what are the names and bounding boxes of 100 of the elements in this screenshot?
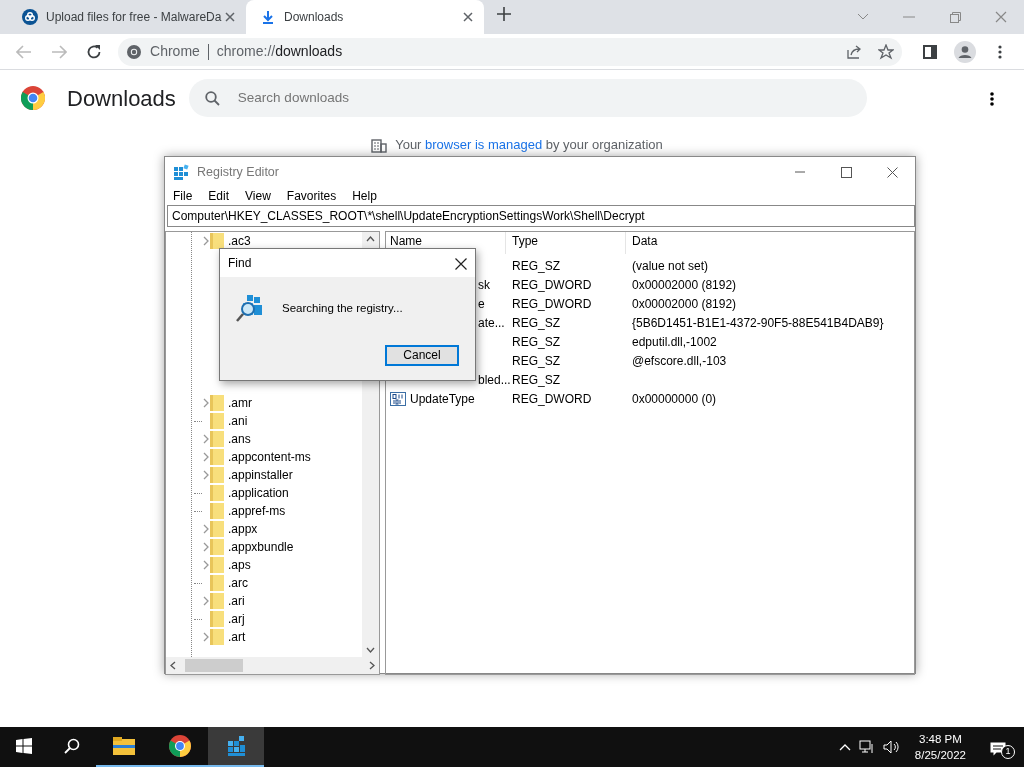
- menu-icon[interactable]: [998, 44, 1003, 59]
- search-input[interactable]: Search downloads: [235, 86, 851, 110]
- page-title: Downloads: [67, 84, 176, 113]
- new-tab-icon[interactable]: [497, 7, 511, 21]
- folder-icon: [210, 467, 224, 483]
- restore-icon[interactable]: [949, 11, 961, 23]
- tree-item[interactable]: .art: [228, 628, 246, 646]
- tree-item[interactable]: .ans: [228, 430, 251, 448]
- binary-value-icon: [390, 391, 406, 406]
- value-type: REG_SZ: [511, 257, 561, 275]
- value-name[interactable]: UpdateType: [410, 389, 475, 408]
- value-name[interactable]: ate...: [478, 313, 505, 332]
- value-type: REG_SZ: [511, 352, 561, 370]
- share-icon[interactable]: [845, 43, 862, 60]
- star-icon[interactable]: [877, 43, 894, 60]
- profile-avatar-icon[interactable]: [954, 40, 976, 63]
- tree-item[interactable]: .appx: [228, 520, 258, 538]
- cancel-button[interactable]: Cancel: [385, 345, 459, 366]
- column-header[interactable]: Type: [506, 232, 626, 254]
- notification-count: 1: [1001, 745, 1015, 759]
- clock-time[interactable]: 3:48 PM: [919, 731, 962, 747]
- tree-item[interactable]: .arj: [228, 610, 245, 628]
- scroll-right-icon[interactable]: [369, 661, 375, 670]
- tree-item[interactable]: .ani: [228, 412, 248, 430]
- expand-chevron-icon[interactable]: [202, 236, 210, 246]
- tree-item[interactable]: .appref-ms: [228, 502, 286, 520]
- scroll-left-icon[interactable]: [170, 661, 176, 670]
- folder-icon: [210, 593, 224, 609]
- folder-icon[interactable]: [113, 737, 135, 755]
- close-icon[interactable]: [462, 11, 474, 23]
- search-icon[interactable]: [64, 738, 80, 754]
- value-data: {5B6D1451-B1E1-4372-90F5-88E541B4DAB9}: [631, 314, 884, 332]
- folder-icon: [210, 431, 224, 447]
- browser-tab[interactable]: Upload files for free - MalwareDa: [8, 0, 246, 34]
- side-panel-icon[interactable]: [922, 44, 937, 59]
- value-data: 0x00002000 (8192): [631, 295, 737, 313]
- scroll-down-icon[interactable]: [366, 647, 375, 653]
- tree-item[interactable]: .application: [228, 484, 289, 502]
- browser-tab[interactable]: Downloads: [246, 0, 484, 34]
- notifications-button[interactable]: 1: [990, 736, 1012, 758]
- expand-chevron-icon[interactable]: [202, 632, 210, 642]
- managed-notice: Your browser is managed by your organization: [395, 136, 663, 154]
- expand-chevron-icon[interactable]: [202, 596, 210, 606]
- expand-chevron-icon[interactable]: [202, 398, 210, 408]
- tree-item[interactable]: .arc: [228, 574, 248, 592]
- folder-icon: [210, 629, 224, 645]
- tree-item[interactable]: .amr: [228, 394, 252, 412]
- tree-item[interactable]: .ari: [228, 592, 245, 610]
- value-data: @efscore.dll,-103: [631, 352, 727, 370]
- window-title: Registry Editor: [197, 163, 279, 181]
- managed-link[interactable]: browser is managed: [425, 137, 543, 152]
- reload-icon[interactable]: [86, 43, 103, 60]
- more-actions-icon[interactable]: [990, 91, 994, 106]
- value-type: REG_DWORD: [511, 295, 593, 313]
- folder-icon: [210, 503, 224, 519]
- value-type: REG_DWORD: [511, 276, 593, 294]
- value-type: REG_SZ: [511, 314, 561, 332]
- menu-item[interactable]: Help: [352, 187, 377, 205]
- tree-item[interactable]: .appcontent-ms: [228, 448, 311, 466]
- maximize-icon[interactable]: [840, 166, 852, 178]
- value-type: REG_DWORD: [511, 390, 593, 408]
- value-type: REG_SZ: [511, 333, 561, 351]
- chevron-down-icon[interactable]: [857, 13, 869, 21]
- folder-icon: [210, 395, 224, 411]
- tree-item[interactable]: .ac3: [228, 232, 251, 250]
- cloud-icon: [22, 9, 38, 25]
- tree-item[interactable]: .appxbundle: [228, 538, 294, 556]
- folder-icon: [210, 539, 224, 555]
- search-icon: [204, 90, 220, 106]
- menu-item[interactable]: Edit: [208, 187, 230, 205]
- clock-date[interactable]: 8/25/2022: [914, 747, 966, 763]
- registry-icon[interactable]: [225, 735, 247, 757]
- start-icon[interactable]: [16, 738, 32, 754]
- scroll-up-icon[interactable]: [366, 236, 375, 242]
- column-header[interactable]: Data: [626, 232, 914, 254]
- value-data: 0x00002000 (8192): [631, 276, 737, 294]
- menu-item[interactable]: Favorites: [286, 187, 337, 205]
- volume-icon[interactable]: [882, 740, 899, 754]
- chevron-up-icon[interactable]: [838, 743, 851, 751]
- address-bar[interactable]: Chrome chrome://downloads: [118, 37, 902, 66]
- tree-item[interactable]: .aps: [228, 556, 251, 574]
- registry-icon: [173, 164, 189, 180]
- close-icon[interactable]: [455, 257, 467, 270]
- chrome-icon[interactable]: [169, 735, 191, 757]
- folder-icon: [210, 575, 224, 591]
- value-name[interactable]: sk: [478, 275, 490, 294]
- folder-icon: [210, 485, 224, 501]
- value-name[interactable]: e: [478, 294, 485, 313]
- folder-icon: [210, 521, 224, 537]
- status-message: Searching the registry...: [282, 301, 403, 317]
- value-name[interactable]: bled...: [478, 370, 511, 389]
- address-field[interactable]: Computer\HKEY_CLASSES_ROOT\*\shell\UpdateEncryptionSettingsWork\Shell\Decrypt: [167, 205, 915, 227]
- menu-item[interactable]: File: [173, 187, 193, 205]
- search-field[interactable]: Search downloads: [188, 79, 867, 117]
- menu-item[interactable]: View: [245, 187, 271, 205]
- building-icon: [371, 136, 388, 153]
- close-icon[interactable]: [886, 166, 898, 178]
- horizontal-scrollbar[interactable]: [166, 657, 379, 674]
- network-icon[interactable]: [858, 740, 875, 754]
- tree-item[interactable]: .appinstaller: [228, 466, 293, 484]
